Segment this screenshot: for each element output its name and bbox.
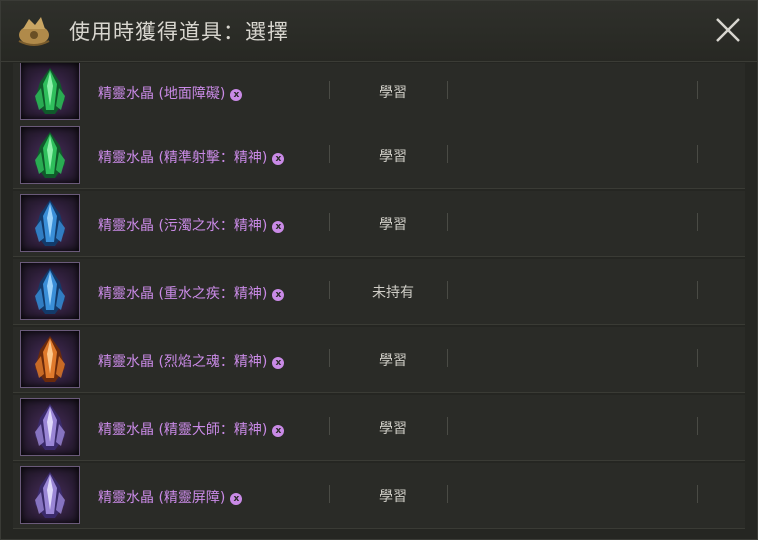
column-divider [329, 349, 330, 367]
column-divider [329, 81, 330, 99]
bind-mark-icon: x [272, 221, 285, 233]
bind-mark-icon: x [230, 493, 243, 505]
bind-mark-icon: x [230, 89, 243, 101]
title-bar: 使用時獲得道具：選擇 [1, 1, 757, 62]
crystal-item-icon [20, 398, 80, 456]
item-status: 學習 [379, 353, 407, 369]
item-name: 精靈水晶 (精靈大師：精神) x [98, 419, 285, 439]
item-status: 學習 [379, 149, 407, 165]
item-status: 學習 [379, 217, 407, 233]
item-name: 精靈水晶 (污濁之水：精神) x [98, 215, 285, 235]
column-divider [329, 213, 330, 231]
item-name: 精靈水晶 (精準射擊：精神) x [98, 147, 285, 167]
item-status: 未持有 [372, 285, 414, 301]
list-item[interactable]: 精靈水晶 (精準射擊：精神) x 學習 [13, 123, 745, 189]
item-name-text: 精靈水晶 (精靈屏障) [98, 490, 226, 506]
column-divider [447, 485, 448, 503]
window-title: 使用時獲得道具：選擇 [69, 20, 289, 44]
close-icon[interactable] [711, 13, 745, 47]
column-divider [447, 349, 448, 367]
column-divider [697, 485, 698, 503]
bind-mark-icon: x [272, 153, 285, 165]
bind-mark-icon: x [272, 357, 285, 369]
list-item[interactable]: 精靈水晶 (精靈大師：精神) x 學習 [13, 395, 745, 461]
bind-mark-icon: x [272, 289, 285, 301]
column-divider [697, 349, 698, 367]
item-name-text: 精靈水晶 (精準射擊：精神) [98, 150, 268, 166]
column-divider [329, 485, 330, 503]
item-name: 精靈水晶 (地面障礙) x [98, 83, 243, 103]
item-name-text: 精靈水晶 (烈焰之魂：精神) [98, 354, 268, 370]
list-item[interactable]: 精靈水晶 (精靈屏障) x 學習 [13, 463, 745, 529]
column-divider [447, 417, 448, 435]
item-name-text: 精靈水晶 (地面障礙) [98, 86, 226, 102]
list-item[interactable]: 精靈水晶 (地面障礙) x 學習 [13, 63, 745, 125]
list-item[interactable]: 精靈水晶 (烈焰之魂：精神) x 學習 [13, 327, 745, 393]
column-divider [447, 81, 448, 99]
column-divider [697, 81, 698, 99]
crystal-item-icon [20, 330, 80, 388]
bind-mark-icon: x [272, 425, 285, 437]
item-select-window: 使用時獲得道具：選擇 精靈水晶 (地面障礙) x 學習 精靈水晶 (精準射擊：精神) x… [0, 0, 758, 540]
item-bag-icon [18, 17, 50, 46]
column-divider [329, 281, 330, 299]
crystal-item-icon [20, 466, 80, 524]
item-status: 學習 [379, 489, 407, 505]
item-status: 學習 [379, 85, 407, 101]
crystal-item-icon [20, 262, 80, 320]
item-list[interactable]: 精靈水晶 (地面障礙) x 學習 精靈水晶 (精準射擊：精神) x 學習 精靈水晶 (污濁之… [13, 63, 745, 539]
item-name: 精靈水晶 (精靈屏障) x [98, 487, 243, 507]
column-divider [697, 213, 698, 231]
column-divider [697, 145, 698, 163]
item-name: 精靈水晶 (重水之疾：精神) x [98, 283, 285, 303]
item-name-text: 精靈水晶 (精靈大師：精神) [98, 422, 268, 438]
list-item[interactable]: 精靈水晶 (重水之疾：精神) x 未持有 [13, 259, 745, 325]
item-name-text: 精靈水晶 (污濁之水：精神) [98, 218, 268, 234]
column-divider [447, 281, 448, 299]
column-divider [447, 145, 448, 163]
column-divider [697, 281, 698, 299]
column-divider [697, 417, 698, 435]
item-name-text: 精靈水晶 (重水之疾：精神) [98, 286, 268, 302]
column-divider [329, 417, 330, 435]
crystal-item-icon [20, 194, 80, 252]
item-status: 學習 [379, 421, 407, 437]
crystal-item-icon [20, 63, 80, 120]
list-item[interactable]: 精靈水晶 (污濁之水：精神) x 學習 [13, 191, 745, 257]
column-divider [447, 213, 448, 231]
item-name: 精靈水晶 (烈焰之魂：精神) x [98, 351, 285, 371]
column-divider [329, 145, 330, 163]
crystal-item-icon [20, 126, 80, 184]
